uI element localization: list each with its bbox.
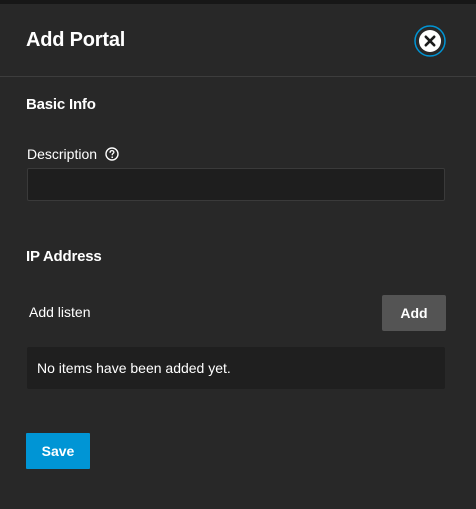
empty-message: No items have been added yet. — [37, 360, 231, 376]
basic-info-heading: Basic Info — [26, 96, 96, 113]
dialog-title: Add Portal — [26, 29, 126, 51]
description-label: Description — [27, 146, 98, 162]
add-listen-button[interactable]: Add — [382, 295, 446, 331]
help-icon[interactable] — [105, 147, 119, 161]
ip-address-heading: IP Address — [26, 248, 102, 265]
description-label-row: Description — [27, 146, 119, 162]
close-circle-icon — [414, 25, 446, 57]
save-button[interactable]: Save — [26, 433, 90, 469]
listen-list-empty-state: No items have been added yet. — [27, 347, 445, 389]
dialog-header: Add Portal — [0, 4, 476, 77]
description-input[interactable] — [27, 168, 445, 201]
close-button[interactable] — [414, 25, 446, 57]
add-listen-label: Add listen — [29, 304, 91, 320]
